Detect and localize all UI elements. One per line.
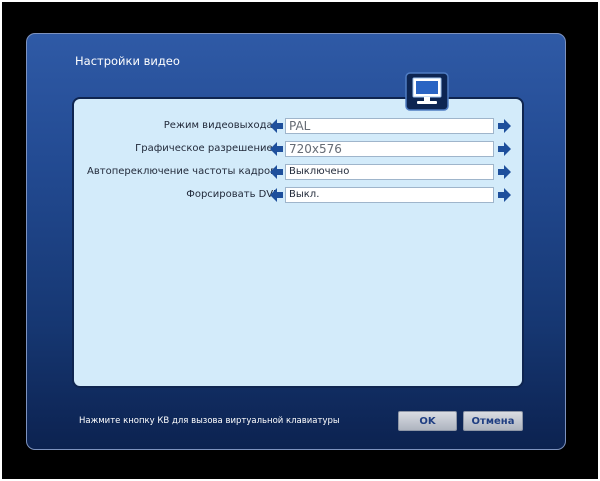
monitor-icon: [405, 72, 449, 111]
frame-rate-field[interactable]: Выключено: [285, 164, 494, 180]
arrow-right-icon[interactable]: [498, 165, 511, 179]
setting-label: Автопереключение частоты кадров: [87, 166, 276, 177]
screen-background: Настройки видео Режим видеовыхода: PAL Г…: [2, 2, 598, 479]
keyboard-hint: Нажмите кнопку КВ для вызова виртуальной…: [79, 416, 340, 426]
ok-button[interactable]: OK: [398, 411, 457, 431]
setting-row-output-mode: Режим видеовыхода: PAL: [74, 118, 526, 136]
arrow-right-icon[interactable]: [498, 142, 511, 156]
setting-row-resolution: Графическое разрешение: 720x576: [74, 141, 526, 159]
output-mode-field[interactable]: PAL: [285, 118, 494, 134]
setting-row-force-dvi: Форсировать DVI Выкл.: [74, 187, 526, 205]
arrow-left-icon[interactable]: [270, 165, 283, 179]
settings-panel: Режим видеовыхода: PAL Графическое разре…: [72, 97, 524, 388]
setting-label: Форсировать DVI: [186, 189, 276, 200]
arrow-right-icon[interactable]: [498, 119, 511, 133]
setting-label: Режим видеовыхода:: [163, 120, 276, 131]
arrow-left-icon[interactable]: [270, 142, 283, 156]
setting-row-frame-rate: Автопереключение частоты кадров Выключен…: [74, 164, 526, 182]
arrow-left-icon[interactable]: [270, 188, 283, 202]
dialog-title: Настройки видео: [75, 54, 180, 68]
resolution-field[interactable]: 720x576: [285, 141, 494, 157]
video-settings-dialog: Настройки видео Режим видеовыхода: PAL Г…: [26, 33, 566, 450]
arrow-right-icon[interactable]: [498, 188, 511, 202]
arrow-left-icon[interactable]: [270, 119, 283, 133]
setting-label: Графическое разрешение:: [135, 143, 276, 154]
force-dvi-field[interactable]: Выкл.: [285, 187, 494, 203]
cancel-button[interactable]: Отмена: [463, 411, 523, 431]
